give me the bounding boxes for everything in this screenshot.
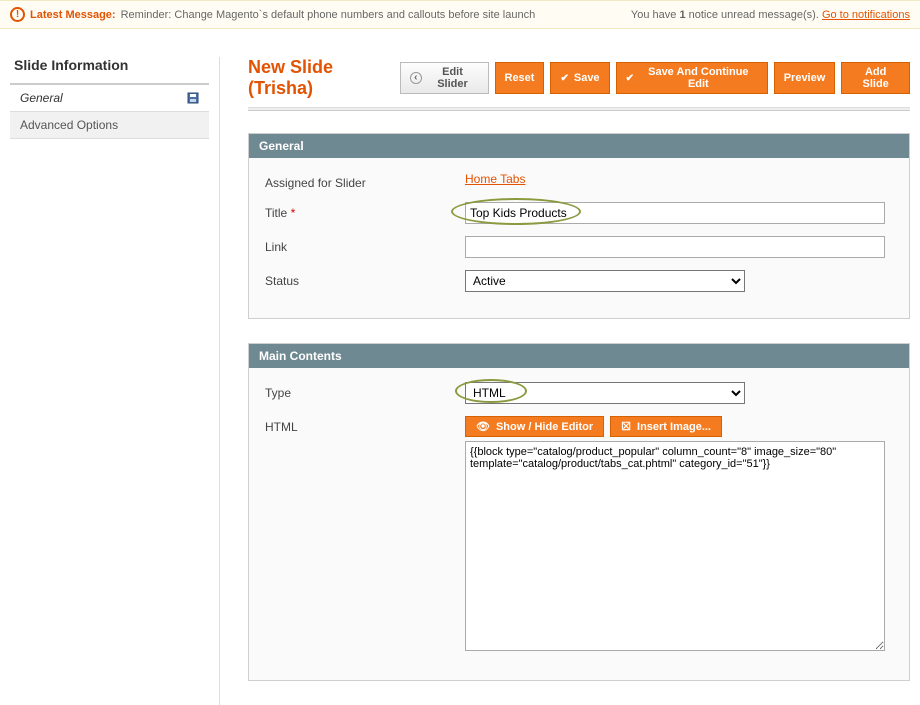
back-icon: [410, 72, 422, 84]
notice-right-prefix: You have: [631, 9, 680, 21]
title-row: Title *: [265, 202, 893, 224]
sidebar-item-label: General: [20, 91, 63, 105]
header-divider: [248, 107, 910, 111]
main-contents-panel: Main Contents Type HTML HTML Show / Hide…: [248, 343, 910, 681]
assigned-slider-link[interactable]: Home Tabs: [465, 172, 525, 186]
notice-message: Reminder: Change Magento`s default phone…: [121, 9, 536, 21]
notice-right-suffix: notice unread message(s).: [686, 9, 822, 21]
save-label: Save: [574, 72, 600, 84]
link-label: Link: [265, 236, 465, 254]
notice-bar: ! Latest Message: Reminder: Change Magen…: [0, 0, 920, 29]
html-label: HTML: [265, 416, 465, 434]
image-icon: [621, 420, 631, 433]
general-heading: General: [249, 134, 909, 158]
floppy-icon: [187, 92, 199, 104]
type-select[interactable]: HTML: [465, 382, 745, 404]
preview-label: Preview: [784, 72, 826, 84]
status-select[interactable]: Active: [465, 270, 745, 292]
add-slide-label: Add Slide: [851, 66, 900, 90]
notice-label: Latest Message:: [30, 9, 116, 21]
main-contents-body: Type HTML HTML Show / Hide Editor Insert…: [249, 368, 909, 680]
status-label: Status: [265, 270, 465, 288]
title-label-text: Title: [265, 206, 287, 220]
edit-slider-button[interactable]: Edit Slider: [400, 62, 489, 94]
reset-label: Reset: [505, 72, 535, 84]
assigned-row: Assigned for Slider Home Tabs: [265, 172, 893, 190]
preview-button[interactable]: Preview: [774, 62, 836, 94]
type-row: Type HTML: [265, 382, 893, 404]
title-input[interactable]: [465, 202, 885, 224]
sidebar-title: Slide Information: [10, 57, 209, 85]
button-row: Edit Slider Reset Save Save And Continue…: [400, 62, 910, 94]
status-row: Status Active: [265, 270, 893, 292]
main-contents-heading: Main Contents: [249, 344, 909, 368]
reset-button[interactable]: Reset: [495, 62, 545, 94]
save-continue-button[interactable]: Save And Continue Edit: [616, 62, 768, 94]
html-row: HTML Show / Hide Editor Insert Image...: [265, 416, 893, 654]
notice-right: You have 1 notice unread message(s). Go …: [631, 9, 910, 21]
insert-image-label: Insert Image...: [637, 421, 711, 433]
assigned-label: Assigned for Slider: [265, 172, 465, 190]
check-icon: [626, 73, 634, 84]
sidebar: Slide Information General Advanced Optio…: [10, 57, 220, 705]
general-panel: General Assigned for Slider Home Tabs Ti…: [248, 133, 910, 319]
eye-icon: [476, 420, 490, 433]
show-hide-editor-button[interactable]: Show / Hide Editor: [465, 416, 604, 437]
notice-left: ! Latest Message: Reminder: Change Magen…: [10, 7, 535, 22]
required-asterisk: *: [291, 206, 296, 220]
title-label: Title *: [265, 202, 465, 220]
sidebar-item-label: Advanced Options: [20, 118, 118, 132]
edit-slider-label: Edit Slider: [427, 66, 479, 90]
add-slide-button[interactable]: Add Slide: [841, 62, 910, 94]
save-continue-label: Save And Continue Edit: [639, 66, 758, 90]
page-title: New Slide (Trisha): [248, 57, 400, 99]
show-hide-label: Show / Hide Editor: [496, 421, 593, 433]
main-area: New Slide (Trisha) Edit Slider Reset Sav…: [248, 57, 910, 705]
link-input[interactable]: [465, 236, 885, 258]
page-header: New Slide (Trisha) Edit Slider Reset Sav…: [248, 57, 910, 99]
sidebar-item-general[interactable]: General: [10, 85, 209, 112]
link-row: Link: [265, 236, 893, 258]
html-textarea[interactable]: [465, 441, 885, 651]
sidebar-item-advanced-options[interactable]: Advanced Options: [10, 112, 209, 139]
save-button[interactable]: Save: [550, 62, 609, 94]
insert-image-button[interactable]: Insert Image...: [610, 416, 722, 437]
check-icon: [560, 73, 568, 84]
type-label: Type: [265, 382, 465, 400]
alert-icon: !: [10, 7, 25, 22]
notifications-link[interactable]: Go to notifications: [822, 9, 910, 21]
general-body: Assigned for Slider Home Tabs Title * Li…: [249, 158, 909, 318]
